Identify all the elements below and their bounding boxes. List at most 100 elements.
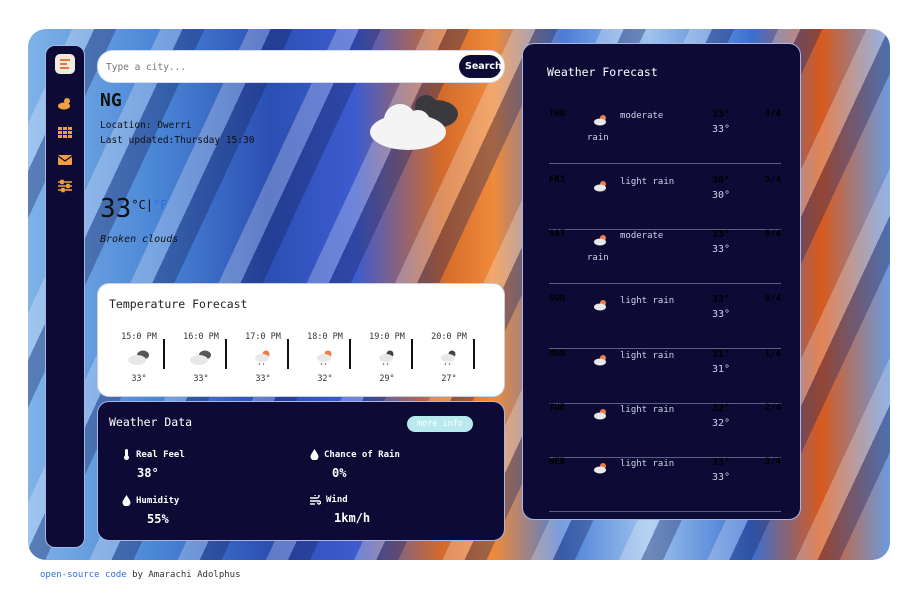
footer-credit: by Amarachi Adolphus bbox=[126, 570, 241, 580]
search-button[interactable]: Search bbox=[459, 55, 502, 78]
hour-time: 20:0 PM bbox=[431, 332, 467, 342]
hourly-slot: 20:0 PM 27° bbox=[424, 332, 474, 384]
forecast-row: FRI light rain 30° 30° 5/4 bbox=[549, 175, 781, 230]
forecast-description: moderate bbox=[620, 111, 664, 121]
hour-time: 18:0 PM bbox=[307, 332, 343, 342]
hour-temperature: 32° bbox=[317, 374, 333, 384]
hour-temperature: 29° bbox=[379, 374, 395, 384]
forecast-low: 30° bbox=[712, 190, 731, 201]
forecast-low: 33° bbox=[712, 124, 731, 135]
forecast-day: SUN bbox=[549, 294, 566, 304]
divider bbox=[287, 339, 289, 369]
forecast-date: 0/4 bbox=[764, 294, 781, 304]
country-code: NG bbox=[100, 90, 122, 111]
location-text: Location: Owerri bbox=[100, 120, 192, 131]
more-info-button[interactable]: more info bbox=[407, 416, 473, 432]
app-logo-icon[interactable] bbox=[55, 54, 75, 74]
hourly-slot: 18:0 PM 32° bbox=[300, 332, 350, 384]
forecast-description: light rain bbox=[620, 351, 675, 361]
grid-icon[interactable] bbox=[57, 124, 73, 140]
search-bar: Search bbox=[97, 50, 505, 83]
forecast-description: light rain bbox=[620, 296, 675, 306]
hourly-slot: 15:0 PM 33° bbox=[114, 332, 164, 384]
mail-icon[interactable] bbox=[57, 152, 73, 168]
forecast-low: 33° bbox=[712, 472, 731, 483]
rain-icon bbox=[593, 351, 609, 366]
forecast-day: WED bbox=[549, 457, 566, 467]
hour-temperature: 33° bbox=[193, 374, 209, 384]
forecast-high: 33° bbox=[712, 229, 731, 240]
real-feel-label: Real Feel bbox=[136, 449, 185, 460]
hour-time: 19:0 PM bbox=[369, 332, 405, 342]
hourly-slot: 16:0 PM 33° bbox=[176, 332, 226, 384]
hour-time: 15:0 PM bbox=[121, 332, 157, 342]
forecast-date: 2/4 bbox=[764, 403, 781, 413]
sliders-icon[interactable] bbox=[57, 178, 73, 194]
forecast-day: TUE bbox=[549, 403, 566, 413]
weather-forecast-title: Weather Forecast bbox=[547, 65, 658, 79]
search-input[interactable] bbox=[104, 57, 448, 77]
temperature-forecast-card: Temperature Forecast 15:0 PM 33° 16:0 PM… bbox=[97, 283, 505, 397]
chance-of-rain: Chance of Rain 0% bbox=[310, 449, 400, 480]
current-temperature: 33 °C| °F bbox=[100, 194, 167, 224]
forecast-low: 33° bbox=[712, 309, 731, 320]
rain-icon bbox=[250, 348, 276, 366]
hourly-slot: 17:0 PM 33° bbox=[238, 332, 288, 384]
forecast-high: 30° bbox=[712, 175, 731, 186]
clouds-icon bbox=[188, 348, 214, 366]
rain-icon bbox=[593, 177, 609, 192]
forecast-description: light rain bbox=[620, 459, 675, 469]
forecast-day: FRI bbox=[549, 175, 566, 185]
forecast-day: SAT bbox=[549, 229, 566, 239]
forecast-date: 5/4 bbox=[764, 175, 781, 185]
celsius-toggle[interactable]: °C| bbox=[131, 198, 153, 212]
wind-icon bbox=[310, 495, 321, 505]
rain-icon bbox=[593, 405, 609, 420]
rain-icon bbox=[593, 111, 609, 126]
forecast-low: 32° bbox=[712, 418, 731, 429]
hour-temperature: 27° bbox=[441, 374, 457, 384]
forecast-description-cont: rain bbox=[587, 133, 609, 143]
chance-of-rain-label: Chance of Rain bbox=[324, 449, 400, 460]
night-rain-icon bbox=[436, 348, 462, 366]
weather-icon[interactable] bbox=[57, 96, 73, 112]
forecast-high: 32° bbox=[712, 403, 731, 414]
forecast-high: 33° bbox=[712, 457, 731, 468]
fahrenheit-toggle[interactable]: °F bbox=[153, 198, 167, 212]
rain-icon bbox=[312, 348, 338, 366]
forecast-description: light rain bbox=[620, 405, 675, 415]
humidity-value: 55% bbox=[147, 512, 169, 526]
forecast-day: THU bbox=[549, 109, 566, 119]
open-source-link[interactable]: open-source code bbox=[40, 570, 127, 580]
forecast-row: MON light rain 31° 31° 1/4 bbox=[549, 349, 781, 404]
weather-data-title: Weather Data bbox=[109, 415, 193, 429]
forecast-description: moderate bbox=[620, 231, 664, 241]
forecast-date: 3/4 bbox=[764, 457, 781, 467]
forecast-date: 6/4 bbox=[764, 229, 781, 239]
droplet-icon bbox=[310, 449, 319, 460]
clouds-icon bbox=[126, 348, 152, 366]
hour-time: 16:0 PM bbox=[183, 332, 219, 342]
forecast-description-cont: rain bbox=[587, 253, 609, 263]
real-feel-value: 38° bbox=[137, 466, 159, 480]
real-feel: Real Feel 38° bbox=[122, 449, 185, 480]
forecast-row: WED light rain 33° 33° 3/4 bbox=[549, 457, 781, 512]
divider bbox=[473, 339, 475, 369]
weather-description: Broken clouds bbox=[100, 234, 179, 245]
thermometer-icon bbox=[124, 449, 129, 460]
forecast-row: SAT moderate rain 33° 33° 6/4 bbox=[549, 229, 781, 284]
forecast-low: 31° bbox=[712, 364, 731, 375]
forecast-description: light rain bbox=[620, 177, 675, 187]
humidity-label: Humidity bbox=[136, 495, 180, 506]
wind: Wind 1km/h bbox=[310, 495, 370, 525]
chance-of-rain-value: 0% bbox=[332, 466, 347, 480]
rain-icon bbox=[593, 231, 609, 246]
divider bbox=[411, 339, 413, 369]
divider bbox=[349, 339, 351, 369]
forecast-row: SUN light rain 33° 33° 0/4 bbox=[549, 294, 781, 349]
wind-label: Wind bbox=[326, 495, 348, 505]
hour-temperature: 33° bbox=[131, 374, 147, 384]
divider bbox=[163, 339, 165, 369]
rain-icon bbox=[593, 459, 609, 474]
wind-value: 1km/h bbox=[334, 511, 371, 525]
